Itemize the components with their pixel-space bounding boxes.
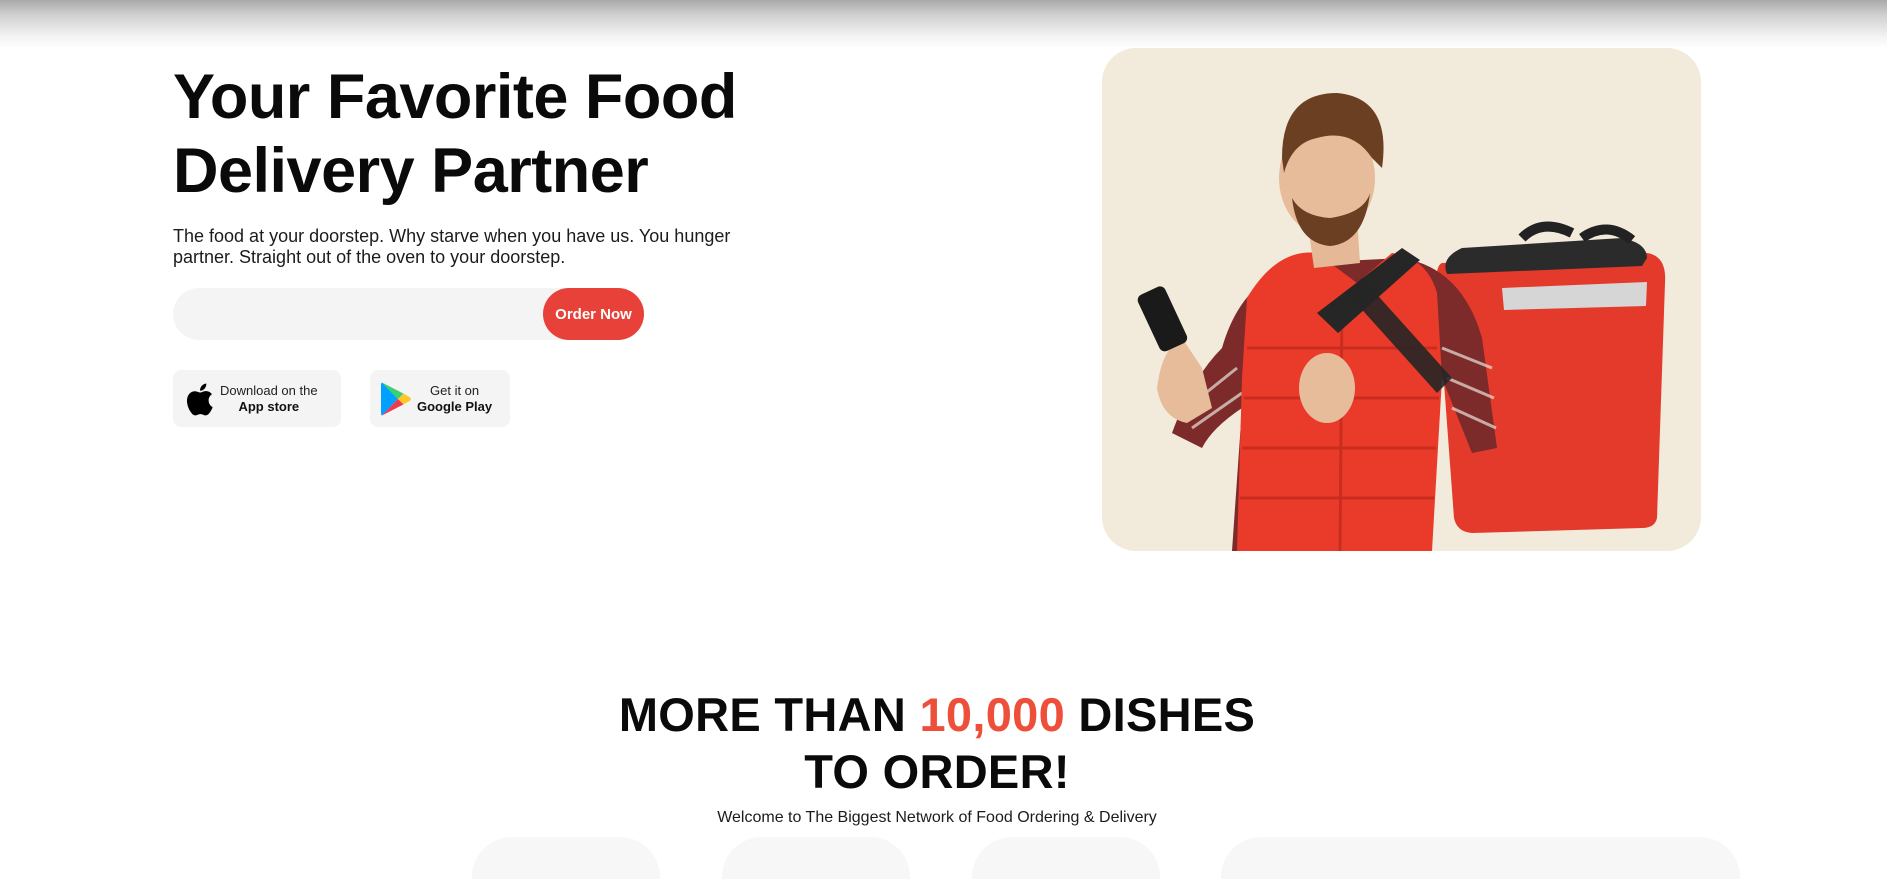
dishes-section-subtitle: Welcome to The Biggest Network of Food O… [717,809,1157,826]
google-play-icon [379,379,413,419]
dishes-title-prefix: MORE THAN [618,688,920,741]
dishes-section-title: MORE THAN 10,000 DISHES TO ORDER! [543,686,1331,800]
dishes-title-count: 10,000 [919,688,1066,741]
hero-delivery-image [1102,48,1701,551]
app-store-text: Download on the App store [220,383,318,415]
order-address-input[interactable] [173,288,543,340]
google-play-small-label: Get it on [430,382,480,398]
category-card[interactable] [472,837,660,879]
apple-icon [182,379,216,419]
delivery-man-illustration [1137,93,1666,551]
hero-description: The food at your doorstep. Why starve wh… [173,226,731,267]
hero-title-line1: Your Favorite Food [173,62,737,132]
google-play-text: Get it on Google Play [417,383,492,415]
category-card[interactable] [722,837,910,879]
dishes-title-line2: TO ORDER! [804,745,1070,798]
order-now-button[interactable]: Order Now [543,288,644,340]
hero-title-line2: Delivery Partner [173,136,649,206]
app-store-big-label: App store [238,398,300,414]
dishes-title-suffix: DISHES [1065,688,1256,741]
feature-card[interactable] [1221,837,1740,879]
google-play-big-label: Google Play [417,398,493,414]
google-play-button[interactable]: Get it on Google Play [370,370,510,427]
header-shadow [0,0,1887,48]
app-store-small-label: Download on the [220,382,318,398]
order-form: Order Now [173,288,644,340]
app-store-button[interactable]: Download on the App store [173,370,341,427]
hero-title: Your Favorite Food Delivery Partner [173,60,793,208]
category-card[interactable] [972,837,1160,879]
